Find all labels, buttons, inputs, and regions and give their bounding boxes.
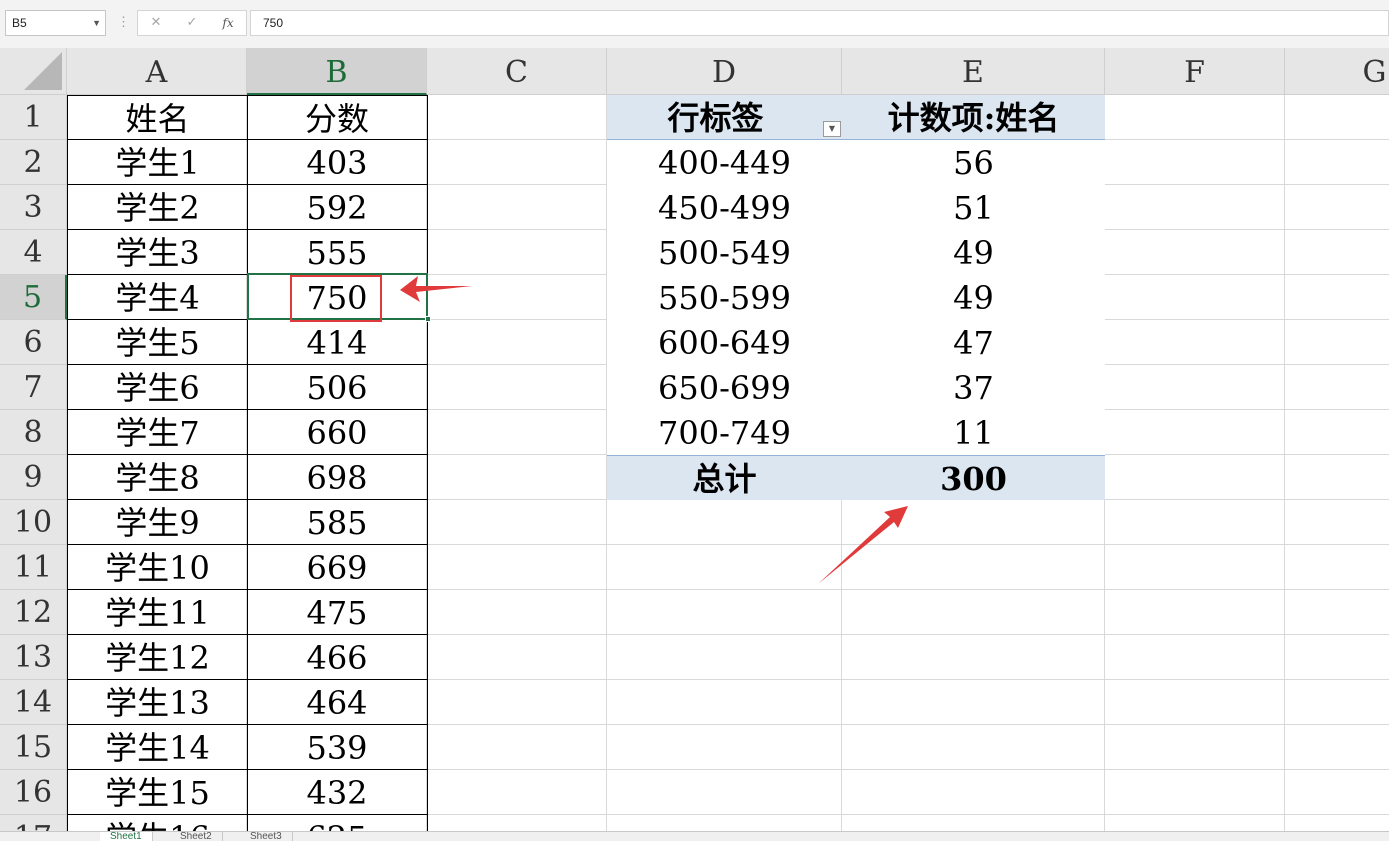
pivot-count-cell[interactable]: 49	[842, 275, 1105, 320]
pivot-count-cell[interactable]: 47	[842, 320, 1105, 365]
score-cell[interactable]: 506	[247, 365, 428, 410]
name-cell[interactable]: 学生12	[67, 635, 248, 680]
name-cell[interactable]: 学生14	[67, 725, 248, 770]
pivot-total-label[interactable]: 总计	[607, 455, 842, 500]
chevron-down-icon[interactable]: ▼	[92, 11, 101, 35]
column-header-g[interactable]: G	[1285, 48, 1389, 95]
score-cell[interactable]: 464	[247, 680, 428, 725]
table-header-cell[interactable]: 姓名	[67, 95, 248, 140]
row-header-17[interactable]: 17	[0, 815, 67, 831]
pivot-range-cell[interactable]: 400-449	[607, 140, 842, 185]
name-cell[interactable]: 学生7	[67, 410, 248, 455]
name-cell[interactable]: 学生5	[67, 320, 248, 365]
row-header-4[interactable]: 4	[0, 230, 67, 275]
row-header-14[interactable]: 14	[0, 680, 67, 725]
score-cell[interactable]: 403	[247, 140, 428, 185]
name-cell[interactable]: 学生3	[67, 230, 248, 275]
pivot-count-cell[interactable]: 49	[842, 230, 1105, 275]
spreadsheet-grid: ABCDEFG1234567891011121314151617姓名分数学生14…	[0, 48, 1389, 831]
pivot-count-cell[interactable]: 37	[842, 365, 1105, 410]
row-header-11[interactable]: 11	[0, 545, 67, 590]
column-header-b[interactable]: B	[247, 48, 427, 95]
score-cell[interactable]: 660	[247, 410, 428, 455]
score-cell[interactable]: 414	[247, 320, 428, 365]
pivot-count-cell[interactable]: 51	[842, 185, 1105, 230]
select-all-triangle-icon	[24, 52, 62, 90]
formula-buttons: ✕ ✓ fx	[137, 10, 247, 36]
score-cell[interactable]: 625	[247, 815, 428, 831]
name-cell[interactable]: 学生6	[67, 365, 248, 410]
row-header-1[interactable]: 1	[0, 95, 67, 140]
row-header-9[interactable]: 9	[0, 455, 67, 500]
sheet-tab-1[interactable]: Sheet1	[100, 832, 153, 841]
pivot-range-cell[interactable]: 650-699	[607, 365, 842, 410]
pivot-range-cell[interactable]: 600-649	[607, 320, 842, 365]
column-header-e[interactable]: E	[842, 48, 1105, 95]
sheet-tab-3[interactable]: Sheet3	[240, 832, 293, 841]
sheet-tab-bar: Sheet1 Sheet2 Sheet3	[0, 831, 1389, 841]
enter-icon[interactable]: ✓	[178, 11, 206, 35]
gridline-column	[1284, 95, 1285, 831]
fill-handle[interactable]	[425, 316, 431, 322]
column-header-f[interactable]: F	[1105, 48, 1285, 95]
score-cell[interactable]: 432	[247, 770, 428, 815]
name-cell[interactable]: 学生8	[67, 455, 248, 500]
row-header-3[interactable]: 3	[0, 185, 67, 230]
column-header-c[interactable]: C	[427, 48, 607, 95]
row-header-2[interactable]: 2	[0, 140, 67, 185]
score-cell[interactable]: 585	[247, 500, 428, 545]
score-cell[interactable]: 539	[247, 725, 428, 770]
name-cell[interactable]: 学生4	[67, 275, 248, 320]
pivot-range-cell[interactable]: 550-599	[607, 275, 842, 320]
name-cell[interactable]: 学生15	[67, 770, 248, 815]
name-cell[interactable]: 学生10	[67, 545, 248, 590]
column-header-d[interactable]: D	[607, 48, 842, 95]
formula-input[interactable]: 750	[250, 10, 1389, 36]
name-cell[interactable]: 学生13	[67, 680, 248, 725]
row-header-5[interactable]: 5	[0, 275, 67, 320]
pivot-range-cell[interactable]: 500-549	[607, 230, 842, 275]
name-cell[interactable]: 学生1	[67, 140, 248, 185]
row-header-13[interactable]: 13	[0, 635, 67, 680]
pivot-value-header[interactable]: 计数项:姓名	[842, 95, 1105, 140]
pivot-range-cell[interactable]: 700-749	[607, 410, 842, 455]
pivot-row-label-header[interactable]: 行标签	[607, 95, 842, 140]
name-box-value: B5	[12, 16, 27, 30]
row-header-10[interactable]: 10	[0, 500, 67, 545]
name-cell[interactable]: 学生9	[67, 500, 248, 545]
name-cell[interactable]: 学生2	[67, 185, 248, 230]
table-header-cell[interactable]: 分数	[247, 95, 428, 140]
row-header-15[interactable]: 15	[0, 725, 67, 770]
row-header-16[interactable]: 16	[0, 770, 67, 815]
annotation-highlight-box	[290, 275, 382, 322]
row-header-7[interactable]: 7	[0, 365, 67, 410]
name-cell[interactable]: 学生11	[67, 590, 248, 635]
score-cell[interactable]: 555	[247, 230, 428, 275]
cancel-icon[interactable]: ✕	[142, 11, 170, 35]
more-options-icon: ⋮	[117, 14, 130, 29]
pivot-count-cell[interactable]: 11	[842, 410, 1105, 455]
name-cell[interactable]: 学生16	[67, 815, 248, 831]
row-header-6[interactable]: 6	[0, 320, 67, 365]
formula-bar: B5 ▼ ⋮ ✕ ✓ fx 750	[0, 0, 1389, 48]
insert-function-icon[interactable]: fx	[214, 11, 242, 35]
row-header-8[interactable]: 8	[0, 410, 67, 455]
score-cell[interactable]: 698	[247, 455, 428, 500]
pivot-total-value[interactable]: 300	[842, 455, 1105, 500]
score-cell[interactable]: 669	[247, 545, 428, 590]
name-box[interactable]: B5 ▼	[5, 10, 106, 36]
pivot-range-cell[interactable]: 450-499	[607, 185, 842, 230]
pivot-filter-dropdown-icon[interactable]: ▼	[823, 121, 841, 137]
score-cell[interactable]: 475	[247, 590, 428, 635]
row-header-12[interactable]: 12	[0, 590, 67, 635]
sheet-tab-2[interactable]: Sheet2	[170, 832, 223, 841]
column-header-a[interactable]: A	[67, 48, 247, 95]
select-all-button[interactable]	[0, 48, 67, 95]
score-cell[interactable]: 592	[247, 185, 428, 230]
score-cell[interactable]: 466	[247, 635, 428, 680]
pivot-count-cell[interactable]: 56	[842, 140, 1105, 185]
